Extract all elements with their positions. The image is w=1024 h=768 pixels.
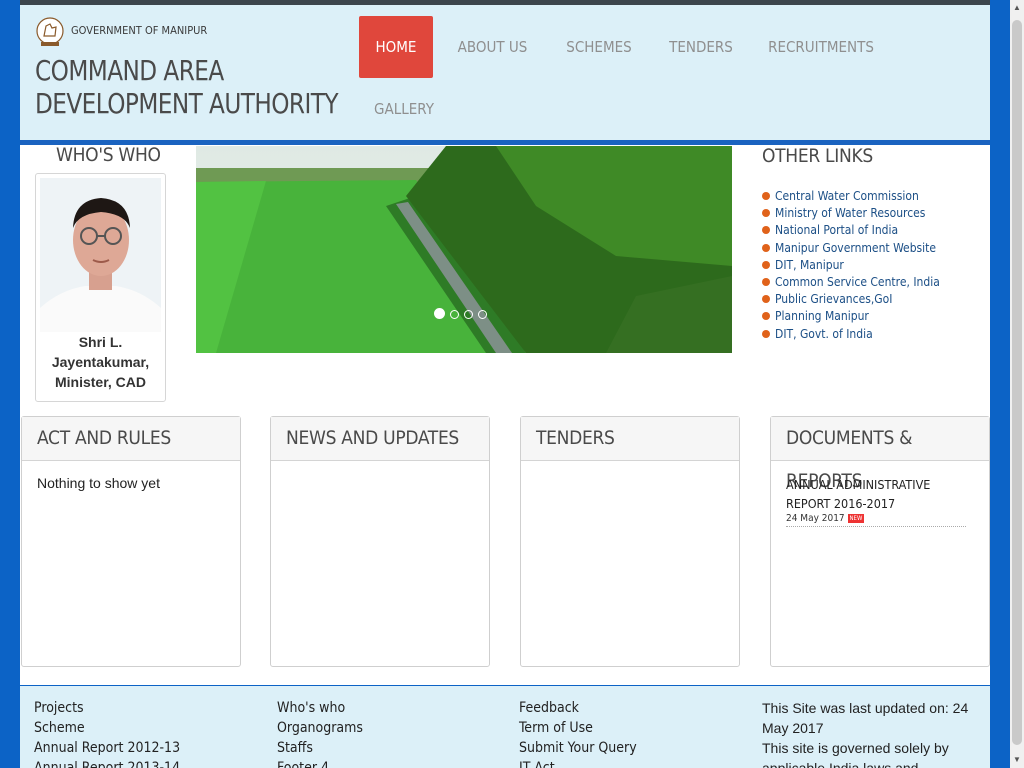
other-link[interactable]: Manipur Government Website <box>762 240 940 257</box>
documents-reports-panel: DOCUMENTS & REPORTS ANNUAL ADMINISTRATIV… <box>770 416 990 667</box>
other-links-heading: OTHER LINKS <box>762 145 873 167</box>
footer-link[interactable]: IT Act <box>519 758 637 768</box>
whos-who-heading: WHO'S WHO <box>56 144 161 166</box>
other-link[interactable]: National Portal of India <box>762 222 940 239</box>
manipur-emblem-icon <box>36 17 64 46</box>
footer-link[interactable]: Who's who <box>277 698 363 718</box>
site-title-line2: DEVELOPMENT AUTHORITY <box>35 87 338 120</box>
bullet-icon <box>762 329 770 338</box>
nav-gallery[interactable]: GALLERY <box>371 78 437 140</box>
footer-link[interactable]: Organograms <box>277 718 363 738</box>
footer-links-2: Who's who Organograms Staffs Footer 4 <box>277 698 363 768</box>
footer-link[interactable]: Annual Report 2012-13 <box>34 738 180 758</box>
scrollbar-thumb[interactable] <box>1012 20 1022 745</box>
bullet-icon <box>762 260 770 269</box>
document-title[interactable]: ANNUAL ADMINISTRATIVE REPORT 2016-2017 <box>786 475 974 513</box>
slider-dot[interactable] <box>478 310 487 319</box>
site-title[interactable]: COMMAND AREA DEVELOPMENT AUTHORITY <box>35 54 338 120</box>
other-link[interactable]: Central Water Commission <box>762 188 940 205</box>
slider-pager <box>434 306 492 324</box>
nav-home[interactable]: HOME <box>359 16 433 78</box>
other-link[interactable]: Public Grievances,GoI <box>762 291 940 308</box>
other-link[interactable]: DIT, Manipur <box>762 257 940 274</box>
slider-dot[interactable] <box>464 310 473 319</box>
nav-schemes[interactable]: SCHEMES <box>563 16 635 78</box>
footer-link[interactable]: Term of Use <box>519 718 637 738</box>
empty-message: Nothing to show yet <box>37 475 160 491</box>
footer-link[interactable]: Staffs <box>277 738 363 758</box>
footer-link[interactable]: Projects <box>34 698 180 718</box>
bullet-icon <box>762 226 770 235</box>
other-link[interactable]: Ministry of Water Resources <box>762 205 940 222</box>
panel-heading: DOCUMENTS & REPORTS <box>771 417 989 492</box>
panel-heading: ACT AND RULES <box>22 417 240 461</box>
bullet-icon <box>762 243 770 252</box>
tenders-panel: TENDERS <box>520 416 740 667</box>
act-and-rules-panel: ACT AND RULES Nothing to show yet <box>21 416 241 667</box>
minister-photo <box>40 178 161 332</box>
bullet-icon <box>762 278 770 287</box>
scroll-down-icon[interactable]: ▼ <box>1012 754 1022 766</box>
slider-dot[interactable] <box>450 310 459 319</box>
footer-link[interactable]: Feedback <box>519 698 637 718</box>
bullet-icon <box>762 192 770 200</box>
bullet-icon <box>762 312 770 321</box>
other-link[interactable]: Planning Manipur <box>762 308 940 325</box>
footer-links-1: Projects Scheme Annual Report 2012-13 An… <box>34 698 180 768</box>
panel-heading: TENDERS <box>521 417 739 461</box>
document-date: 24 May 2017 NEW <box>786 513 966 527</box>
news-updates-panel: NEWS AND UPDATES <box>270 416 490 667</box>
footer-note: This Site was last updated on: 24 May 20… <box>762 698 982 768</box>
footer-link[interactable]: Footer 4 <box>277 758 363 768</box>
footer-link[interactable]: Scheme <box>34 718 180 738</box>
new-badge: NEW <box>847 513 865 523</box>
footer-link[interactable]: Annual Report 2013-14 <box>34 758 180 768</box>
footer-link[interactable]: Submit Your Query <box>519 738 637 758</box>
scroll-up-icon[interactable]: ▲ <box>1012 2 1022 14</box>
bullet-icon <box>762 209 770 218</box>
site-title-line1: COMMAND AREA <box>35 54 224 87</box>
other-links-list: Central Water Commission Ministry of Wat… <box>762 188 940 343</box>
other-link[interactable]: Common Service Centre, India <box>762 274 940 291</box>
government-label: GOVERNMENT OF MANIPUR <box>71 24 208 37</box>
nav-recruitments[interactable]: RECRUITMENTS <box>768 16 874 78</box>
bullet-icon <box>762 295 770 304</box>
minister-name: Shri L. Jayentakumar, Minister, CAD <box>51 334 150 390</box>
nav-about-us[interactable]: ABOUT US <box>455 16 530 78</box>
panel-heading: NEWS AND UPDATES <box>271 417 489 461</box>
other-link[interactable]: DIT, Govt. of India <box>762 326 940 343</box>
last-updated-text: This Site was last updated on: 24 May 20… <box>762 700 969 736</box>
page-scrollbar[interactable]: ▲ ▼ <box>1010 0 1024 768</box>
site-footer: Projects Scheme Annual Report 2012-13 An… <box>20 686 990 768</box>
footer-links-3: Feedback Term of Use Submit Your Query I… <box>519 698 637 768</box>
slider-dot[interactable] <box>434 308 445 319</box>
nav-tenders[interactable]: TENDERS <box>667 16 735 78</box>
governance-text: This site is governed solely by applicab… <box>762 740 949 768</box>
